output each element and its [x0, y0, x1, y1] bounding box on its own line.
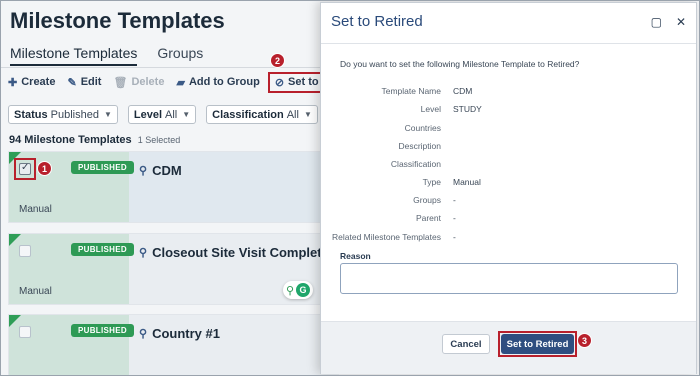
detail-value: CDM	[453, 86, 473, 96]
delete-button[interactable]: 🗑 Delete	[113, 76, 164, 89]
detail-label: Groups	[413, 195, 441, 205]
create-button[interactable]: ✚ Create	[8, 76, 55, 89]
detail-row: Template Name CDM	[321, 86, 698, 98]
add-to-group-label: Add to Group	[188, 76, 260, 88]
filter-bar: Status Published ▼ Level All ▼ Classific…	[8, 105, 318, 124]
close-icon[interactable]: ✕	[676, 15, 686, 29]
template-card[interactable]: PUBLISHED Manual ⚲ CDM	[8, 151, 339, 223]
page-title: Milestone Templates	[10, 8, 225, 33]
status-badge: PUBLISHED	[71, 324, 134, 337]
detail-row: Type Manual	[321, 177, 698, 189]
card-body	[129, 315, 339, 376]
step-marker-2: 2	[270, 53, 285, 68]
detail-label: Description	[398, 141, 441, 151]
dialog-window-controls: ▢ ✕	[651, 15, 686, 29]
template-count: 94 Milestone Templates	[9, 134, 132, 146]
floating-widget[interactable]: ⚲ G	[283, 281, 314, 299]
edit-button[interactable]: ✎ Edit	[67, 76, 101, 89]
chevron-down-icon: ▼	[182, 110, 191, 119]
detail-value: -	[453, 232, 456, 242]
page-tabs: Milestone Templates Groups	[10, 45, 203, 66]
chevron-down-icon: ▼	[103, 110, 112, 119]
map-pin-icon: ⚲	[139, 328, 148, 340]
folder-icon: ▰	[176, 76, 185, 89]
dialog-footer: Cancel Set to Retired	[321, 321, 696, 374]
pencil-icon: ✎	[67, 76, 77, 89]
dialog-title: Set to Retired	[331, 13, 423, 30]
tab-milestone-templates[interactable]: Milestone Templates	[10, 45, 138, 66]
detail-label: Level	[420, 104, 441, 114]
card-checkbox[interactable]	[19, 245, 31, 257]
dialog-question: Do you want to set the following Milesto…	[340, 59, 580, 69]
map-pin-icon[interactable]: ⚲	[286, 284, 294, 297]
grammarly-icon[interactable]: G	[296, 283, 311, 297]
card-name[interactable]: ⚲ Country #1	[139, 326, 220, 341]
card-name-text: Country #1	[152, 326, 220, 341]
selected-count: 1 Selected	[137, 135, 181, 145]
reason-label: Reason	[340, 251, 371, 261]
detail-row: Level STUDY	[321, 104, 698, 116]
step-marker-3: 3	[577, 333, 592, 348]
detail-value: STUDY	[453, 104, 482, 114]
plus-icon: ✚	[8, 76, 18, 89]
cancel-button[interactable]: Cancel	[442, 334, 490, 354]
status-badge: PUBLISHED	[71, 243, 134, 256]
maximize-icon[interactable]: ▢	[651, 15, 662, 29]
card-name[interactable]: ⚲ Closeout Site Visit Completed	[139, 245, 337, 260]
confirm-button-highlight: Set to Retired	[498, 331, 577, 357]
result-count: 94 Milestone Templates 1 Selected	[9, 134, 180, 146]
step-marker-1: 1	[37, 161, 52, 176]
classification-filter-value: All	[286, 108, 299, 121]
card-type: Manual	[19, 286, 52, 297]
detail-row: Countries	[321, 123, 698, 135]
level-filter-value: All	[165, 108, 178, 121]
set-to-retired-confirm-button[interactable]: Set to Retired	[501, 334, 574, 354]
dialog-divider	[321, 43, 696, 44]
detail-value: Manual	[453, 177, 481, 187]
level-filter[interactable]: Level All ▼	[127, 105, 197, 124]
detail-row: Groups -	[321, 195, 698, 207]
detail-value: -	[453, 213, 456, 223]
detail-row: Classification	[321, 159, 698, 171]
tabs-divider	[0, 67, 320, 68]
status-badge: PUBLISHED	[71, 161, 134, 174]
detail-row: Parent -	[321, 213, 698, 225]
ban-icon: ⊘	[274, 76, 285, 89]
chevron-down-icon: ▼	[303, 110, 312, 119]
detail-label: Classification	[390, 159, 441, 169]
detail-label: Related Milestone Templates	[332, 232, 441, 242]
card-checkbox[interactable]	[19, 326, 31, 338]
status-filter[interactable]: Status Published ▼	[8, 105, 118, 124]
reason-textarea[interactable]	[340, 263, 678, 294]
detail-label: Parent	[415, 213, 441, 223]
detail-value: -	[453, 195, 456, 205]
detail-label: Type	[422, 177, 441, 187]
detail-label: Countries	[404, 123, 441, 133]
card-type: Manual	[19, 204, 52, 215]
card-name[interactable]: ⚲ CDM	[139, 163, 182, 178]
add-to-group-button[interactable]: ▰ Add to Group	[176, 76, 259, 89]
set-to-retired-dialog: Set to Retired ▢ ✕ Do you want to set th…	[320, 2, 697, 374]
create-label: Create	[21, 76, 56, 88]
status-filter-label: Status	[14, 108, 48, 121]
edit-label: Edit	[80, 76, 102, 88]
delete-label: Delete	[131, 76, 165, 88]
tab-groups[interactable]: Groups	[157, 45, 203, 66]
card-checkbox[interactable]	[19, 162, 31, 175]
detail-row: Description	[321, 141, 698, 153]
classification-filter[interactable]: Classification All ▼	[206, 105, 318, 124]
detail-row: Related Milestone Templates -	[321, 232, 698, 244]
level-filter-label: Level	[133, 108, 163, 121]
map-pin-icon: ⚲	[139, 165, 148, 177]
card-name-text: CDM	[152, 163, 182, 178]
card-name-text: Closeout Site Visit Completed	[152, 245, 337, 260]
template-card[interactable]: PUBLISHED ⚲ Country #1	[8, 314, 339, 376]
map-pin-icon: ⚲	[139, 247, 148, 259]
status-filter-value: Published	[50, 108, 99, 121]
detail-label: Template Name	[381, 86, 441, 96]
classification-filter-label: Classification	[212, 108, 284, 121]
trash-icon: 🗑	[113, 76, 128, 89]
